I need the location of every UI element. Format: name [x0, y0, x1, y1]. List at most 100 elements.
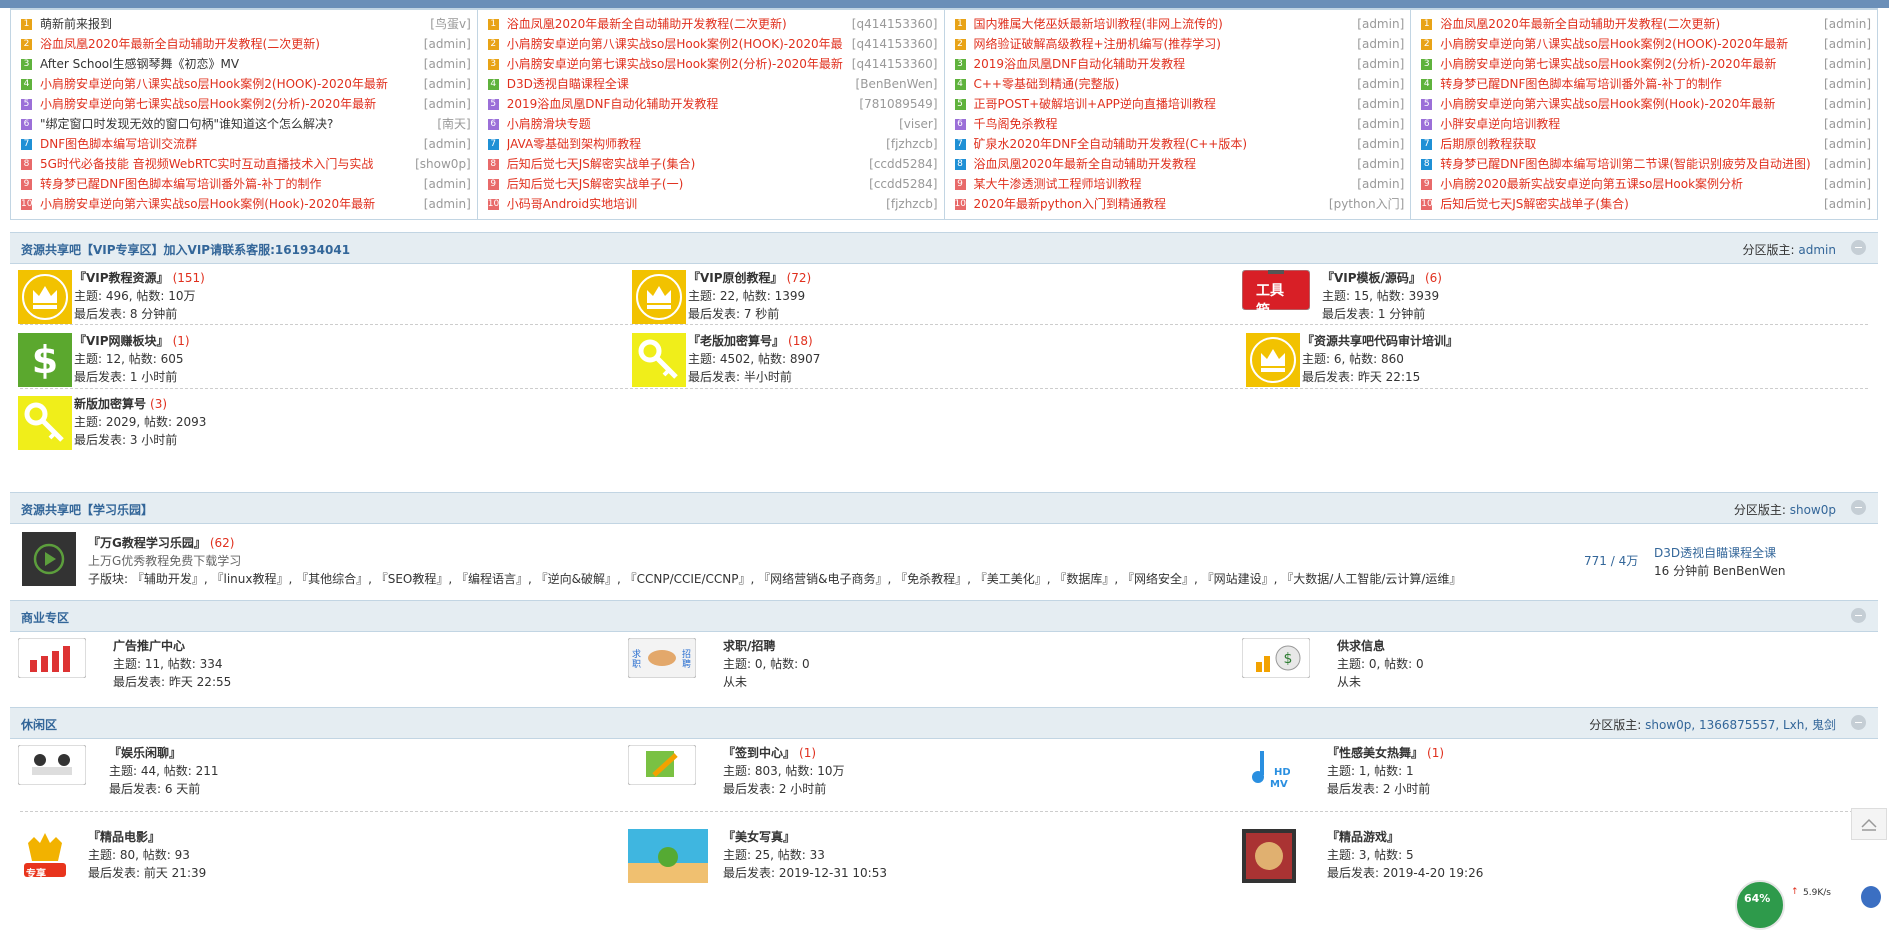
latest-post-author[interactable]: [admin] [1824, 194, 1871, 214]
latest-post-link[interactable]: 萌新前来报到 [40, 14, 424, 34]
forum-icon[interactable] [627, 744, 697, 799]
mod-link[interactable]: show0p, 1366875557, Lxh, 鬼剑 [1645, 718, 1836, 732]
collapse-icon[interactable] [1851, 715, 1866, 730]
mod-link[interactable]: show0p [1790, 503, 1836, 517]
forum-name[interactable]: 『VIP原创教程』 [688, 271, 783, 285]
forum-last-post[interactable]: 最后发表: 1 分钟前 [1322, 305, 1442, 323]
forum-name[interactable]: 『老版加密算号』 [688, 334, 784, 348]
latest-post-author[interactable]: [fjzhzcb] [886, 134, 937, 154]
forum-last-post[interactable]: 最后发表: 2 小时前 [723, 780, 845, 798]
latest-post-link[interactable]: 小肩膀安卓逆向第八课实战so层Hook案例2(HOOK)-2020年最新 [1440, 34, 1818, 54]
latest-post-author[interactable]: [admin] [1824, 134, 1871, 154]
latest-post-link[interactable]: After School生感钢琴舞《初恋》MV [40, 54, 418, 74]
forum-name[interactable]: 广告推广中心 [113, 639, 185, 653]
latest-post-author[interactable]: [admin] [424, 134, 471, 154]
forum-icon[interactable]: HDMVHD MV [1250, 745, 1304, 799]
latest-post-link[interactable]: 小肩膀安卓逆向第七课实战so层Hook案例2(分析)-2020年最新 [507, 54, 846, 74]
latest-post-author[interactable]: [admin] [424, 54, 471, 74]
latest-post-link[interactable]: 2019浴血凤凰DNF自动化辅助开发教程 [507, 94, 854, 114]
latest-post-link[interactable]: 后知后觉七天JS解密实战单子(一) [507, 174, 863, 194]
forum-icon[interactable]: $ [1241, 637, 1311, 692]
latest-post-link[interactable]: 浴血凤凰2020年最新全自动辅助开发教程(二次更新) [40, 34, 418, 54]
forum-name[interactable]: 『娱乐闲聊』 [109, 746, 181, 760]
forum-icon[interactable] [17, 744, 87, 799]
latest-post-link[interactable]: 正哥POST+破解培训+APP逆向直播培训教程 [974, 94, 1352, 114]
latest-post-author[interactable]: [ccdd5284] [869, 154, 937, 174]
latest-post-link[interactable]: JAVA零基础到架构师教程 [507, 134, 880, 154]
latest-post-author[interactable]: [admin] [424, 74, 471, 94]
latest-post-author[interactable]: [viser] [899, 114, 937, 134]
latest-post-author[interactable]: [fjzhzcb] [886, 194, 937, 214]
forum-subboards[interactable]: 子版块: 『辅助开发』, 『linux教程』, 『其他综合』, 『SEO教程』,… [88, 570, 1461, 588]
latest-post-author[interactable]: [admin] [1357, 114, 1404, 134]
latest-post-link[interactable]: 千鸟阁免杀教程 [974, 114, 1352, 134]
latest-post-author[interactable]: [admin] [424, 34, 471, 54]
latest-post-author[interactable]: [show0p] [415, 154, 471, 174]
forum-name[interactable]: 『性感美女热舞』 [1327, 746, 1423, 760]
forum-last-post[interactable]: 最后发表: 2019-4-20 19:26 [1327, 864, 1483, 882]
forum-icon[interactable] [632, 270, 686, 324]
forum-icon[interactable]: 专享 [18, 829, 72, 883]
forum-icon[interactable] [18, 270, 72, 324]
latest-post-author[interactable]: [admin] [1824, 14, 1871, 34]
forum-last-post[interactable]: 最后发表: 昨天 22:15 [1302, 368, 1458, 386]
forum-icon[interactable]: 求职 招聘 [627, 637, 697, 692]
forum-name[interactable]: 供求信息 [1337, 639, 1385, 653]
latest-post-link[interactable]: 矿泉水2020年DNF全自动辅助开发教程(C++版本) [974, 134, 1352, 154]
latest-post-link[interactable]: 小肩膀安卓逆向第七课实战so层Hook案例2(分析)-2020年最新 [1440, 54, 1818, 74]
latest-post-link[interactable]: 2020年最新python入门到精通教程 [974, 194, 1323, 214]
collapse-icon[interactable] [1851, 240, 1866, 255]
forum-name[interactable]: 『签到中心』 [723, 746, 795, 760]
forum-last-post[interactable]: 最后发表: 3 小时前 [74, 431, 206, 449]
latest-post-link[interactable]: "绑定窗口时发现无效的窗口句柄"谁知道这个怎么解决? [40, 114, 431, 134]
study-section-title[interactable]: 资源共享吧【学习乐园】 [21, 501, 153, 518]
latest-post-author[interactable]: [admin] [1357, 174, 1404, 194]
forum-icon[interactable] [1246, 333, 1300, 387]
latest-post-author[interactable]: [admin] [1357, 134, 1404, 154]
forum-last-post[interactable]: 最后发表: 6 天前 [109, 780, 219, 798]
latest-post-link[interactable]: 小肩膀滑块专题 [507, 114, 893, 134]
latest-post-author[interactable]: [鸟蛋v] [430, 14, 470, 34]
forum-name[interactable]: 新版加密算号 [74, 397, 146, 411]
latest-post-author[interactable]: [admin] [1357, 14, 1404, 34]
latest-post-link[interactable]: 后期原创教程获取 [1440, 134, 1818, 154]
latest-post-link[interactable]: C++零基础到精通(完整版) [974, 74, 1352, 94]
latest-post-author[interactable]: [admin] [1824, 94, 1871, 114]
latest-post-link[interactable]: 某大牛渗透测试工程师培训教程 [974, 174, 1352, 194]
latest-post-link[interactable]: 转身梦已醒DNF图色脚本编写培训第二节课(智能识别疲劳及自动进图) [1440, 154, 1818, 174]
back-to-top-button[interactable] [1851, 808, 1887, 840]
latest-post-author[interactable]: [admin] [1357, 74, 1404, 94]
latest-post-link[interactable]: 小码哥Android实地培训 [507, 194, 880, 214]
forum-name[interactable]: 『VIP模板/源码』 [1322, 271, 1421, 285]
last-post-title[interactable]: D3D透视自瞄课程全课 [1654, 544, 1786, 562]
latest-post-link[interactable]: 浴血凤凰2020年最新全自动辅助开发教程(二次更新) [507, 14, 846, 34]
latest-post-author[interactable]: [781089549] [859, 94, 937, 114]
forum-name[interactable]: 『VIP教程资源』 [74, 271, 169, 285]
forum-icon[interactable]: 工具箱 [1241, 268, 1311, 324]
forum-last-post[interactable]: 从未 [1337, 673, 1424, 691]
leisure-section-title[interactable]: 休闲区 [21, 716, 57, 733]
latest-post-author[interactable]: [BenBenWen] [856, 74, 938, 94]
forum-name[interactable]: 『精品游戏』 [1327, 830, 1399, 844]
network-speed-widget[interactable]: 64% ↑ 5.9K/s [1735, 880, 1889, 930]
latest-post-link[interactable]: 小肩膀安卓逆向第八课实战so层Hook案例2(HOOK)-2020年最新 [40, 74, 418, 94]
forum-last-post[interactable]: 最后发表: 昨天 22:55 [113, 673, 231, 691]
latest-post-link[interactable]: 网络验证破解高级教程+注册机编写(推荐学习) [974, 34, 1352, 54]
latest-post-link[interactable]: 小肩膀2020最新实战安卓逆向第五课so层Hook案例分析 [1440, 174, 1818, 194]
forum-name[interactable]: 『精品电影』 [88, 830, 160, 844]
latest-post-author[interactable]: [admin] [424, 194, 471, 214]
latest-post-link[interactable]: 转身梦已醒DNF图色脚本编写培训番外篇-补丁的制作 [40, 174, 418, 194]
biz-section-title[interactable]: 商业专区 [21, 609, 69, 626]
latest-post-author[interactable]: [q414153360] [852, 54, 938, 74]
forum-name[interactable]: 『美女写真』 [723, 830, 795, 844]
latest-post-link[interactable]: 转身梦已醒DNF图色脚本编写培训番外篇-补丁的制作 [1440, 74, 1818, 94]
latest-post-link[interactable]: 小肩膀安卓逆向第七课实战so层Hook案例2(分析)-2020年最新 [40, 94, 418, 114]
latest-post-author[interactable]: [python入门] [1329, 194, 1404, 214]
latest-post-link[interactable]: 2019浴血凤凰DNF自动化辅助开发教程 [974, 54, 1352, 74]
forum-last-post[interactable]: 最后发表: 7 秒前 [688, 305, 811, 323]
latest-post-author[interactable]: [南天] [437, 114, 470, 134]
latest-post-author[interactable]: [admin] [1357, 54, 1404, 74]
vip-section-title[interactable]: 资源共享吧【VIP专享区】加入VIP请联系客服:161934041 [21, 241, 350, 258]
forum-last-post[interactable]: 最后发表: 2019-12-31 10:53 [723, 864, 887, 882]
latest-post-link[interactable]: 小肩膀安卓逆向第六课实战so层Hook案例(Hook)-2020年最新 [40, 194, 418, 214]
